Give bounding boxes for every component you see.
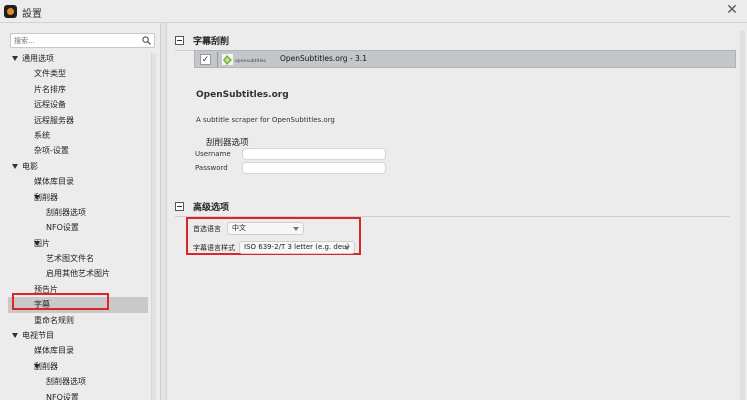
sidebar-item-label: 媒体库目录	[34, 177, 74, 187]
subtitle-language-style-select[interactable]: ISO 639-2/T 3 letter (e.g. deu)	[239, 241, 355, 254]
scraper-enable-checkbox[interactable]: ✓	[200, 54, 211, 65]
sidebar-tree-item[interactable]: 刮削器选项	[8, 205, 148, 220]
search-field[interactable]	[10, 33, 155, 48]
sidebar-item-label: 刮削器	[34, 192, 58, 202]
window-title: 設置	[22, 9, 42, 20]
sidebar-tree-item[interactable]: 电视节目	[8, 328, 148, 343]
advanced-options-highlight: 首选语言 中文 字幕语言样式 ISO 639-2/T 3 letter (e.g…	[186, 217, 361, 255]
sidebar-item-label: 启用其他艺术图片	[46, 269, 110, 279]
sidebar-tree-item[interactable]: 片名排序	[8, 82, 148, 97]
sidebar-tree-item[interactable]: NFO设置	[8, 390, 148, 400]
sidebar-item-label: 刮削器选项	[46, 377, 86, 387]
section-title: 字幕刮削	[193, 37, 230, 47]
sidebar-item-label: NFO设置	[46, 223, 79, 233]
settings-tree: 通用选项 文件类型 片名排序 远程设备 远程服务器 系统 杂项-设置 电影 媒体库目录 刮削器 刮削…	[8, 51, 148, 400]
scraper-description: A subtitle scraper for OpenSubtitles.org	[196, 116, 335, 124]
section-title: 高级选项	[193, 203, 230, 213]
sidebar-item-label: 远程服务器	[34, 115, 74, 125]
sidebar-item-label: NFO设置	[46, 392, 79, 400]
sidebar-item-label: 图片	[34, 238, 50, 248]
scraper-row-opensubtitles[interactable]: ✓ opensubtitles OpenSubtitles.org - 3.1	[194, 50, 736, 68]
main-scrollbar[interactable]	[740, 31, 745, 400]
sidebar-item-label: 刮削器	[34, 361, 58, 371]
search-input[interactable]	[14, 35, 134, 46]
sidebar-item-label: 艺术图文件名	[46, 254, 94, 264]
select-value: ISO 639-2/T 3 letter (e.g. deu)	[244, 243, 350, 251]
subtitle-section-header: 字幕刮削	[175, 34, 730, 51]
username-field[interactable]	[242, 148, 386, 160]
sidebar-item-label: 媒体库目录	[34, 346, 74, 356]
settings-main-panel: 字幕刮削 ✓ opensubtitles OpenSubtitles.org -…	[167, 23, 747, 400]
pane-splitter[interactable]	[160, 23, 167, 400]
expand-arrow-icon[interactable]	[12, 56, 18, 61]
sidebar-item-label: 刮削器选项	[46, 207, 86, 217]
sidebar-tree-item[interactable]: 杂项-设置	[8, 143, 148, 158]
sidebar-tree-item[interactable]: 系统	[8, 128, 148, 143]
sidebar-scrollbar[interactable]	[151, 53, 156, 400]
subtitle-language-style-label: 字幕语言样式	[193, 244, 235, 252]
sidebar-tree-item[interactable]: 刮削器选项	[8, 374, 148, 389]
sidebar-tree-item[interactable]: 艺术图文件名	[8, 251, 148, 266]
row-divider	[217, 52, 218, 67]
app-logo-icon	[4, 5, 17, 18]
sidebar-tree-item[interactable]: 通用选项	[8, 51, 148, 66]
svg-text:opensubtitles: opensubtitles	[235, 58, 267, 64]
sidebar-tree-item[interactable]: 图片	[8, 236, 148, 251]
select-value: 中文	[232, 224, 246, 232]
sidebar-item-label: 电视节目	[22, 331, 54, 341]
sidebar-item-label: 文件类型	[34, 69, 66, 79]
sidebar-tree-item[interactable]: 刮削器	[8, 190, 148, 205]
title-bar: 設置 ✕	[0, 0, 747, 23]
chevron-down-icon	[293, 227, 299, 231]
sidebar-tree-item[interactable]: 启用其他艺术图片	[8, 266, 148, 281]
collapse-toggle-icon[interactable]	[175, 36, 184, 45]
sidebar-item-label: 系统	[34, 130, 50, 140]
expand-arrow-icon[interactable]	[12, 333, 18, 339]
username-label: Username	[195, 150, 231, 158]
sidebar-tree-item[interactable]: 文件类型	[8, 66, 148, 81]
sidebar-tree-item[interactable]: NFO设置	[8, 220, 148, 235]
sidebar-item-label: 片名排序	[34, 84, 66, 94]
scraper-options-heading: 刮削器选项	[206, 138, 249, 148]
sidebar-tree-item[interactable]: 刮削器	[8, 359, 148, 374]
sidebar-tree-item[interactable]: 远程服务器	[8, 113, 148, 128]
password-field[interactable]	[242, 162, 386, 174]
sidebar-item-label: 远程设备	[34, 100, 66, 110]
preferred-language-select[interactable]: 中文	[227, 222, 304, 235]
preferred-language-label: 首选语言	[193, 225, 221, 233]
sidebar-tree-item[interactable]: 电影	[8, 159, 148, 174]
chevron-down-icon	[344, 246, 350, 250]
close-button[interactable]: ✕	[725, 3, 739, 17]
scraper-detail-title: OpenSubtitles.org	[196, 90, 289, 100]
sidebar-item-label: 杂项-设置	[34, 146, 69, 156]
opensubtitles-logo: opensubtitles	[222, 54, 267, 65]
collapse-toggle-icon[interactable]	[175, 202, 184, 211]
sidebar-item-label: 通用选项	[22, 54, 54, 63]
sidebar-tree-item[interactable]: 重命名规则	[8, 313, 148, 328]
sidebar-tree-item[interactable]: 媒体库目录	[8, 343, 148, 358]
sidebar-item-label: 重命名规则	[34, 315, 74, 325]
expand-arrow-icon[interactable]	[12, 163, 18, 169]
scraper-name: OpenSubtitles.org - 3.1	[280, 54, 367, 63]
sidebar-item-label: 电影	[22, 161, 38, 171]
settings-sidebar: 通用选项文件类型片名排序远程设备远程服务器系统杂项-设置电影媒体库目录刮削器刮削…	[0, 23, 160, 400]
subtitle-item-highlight	[12, 293, 109, 310]
sidebar-tree-item[interactable]: 远程设备	[8, 97, 148, 112]
advanced-section-header: 高级选项	[175, 200, 730, 217]
sidebar-tree-item[interactable]: 媒体库目录	[8, 174, 148, 189]
password-label: Password	[195, 164, 228, 172]
search-icon[interactable]	[142, 36, 151, 45]
